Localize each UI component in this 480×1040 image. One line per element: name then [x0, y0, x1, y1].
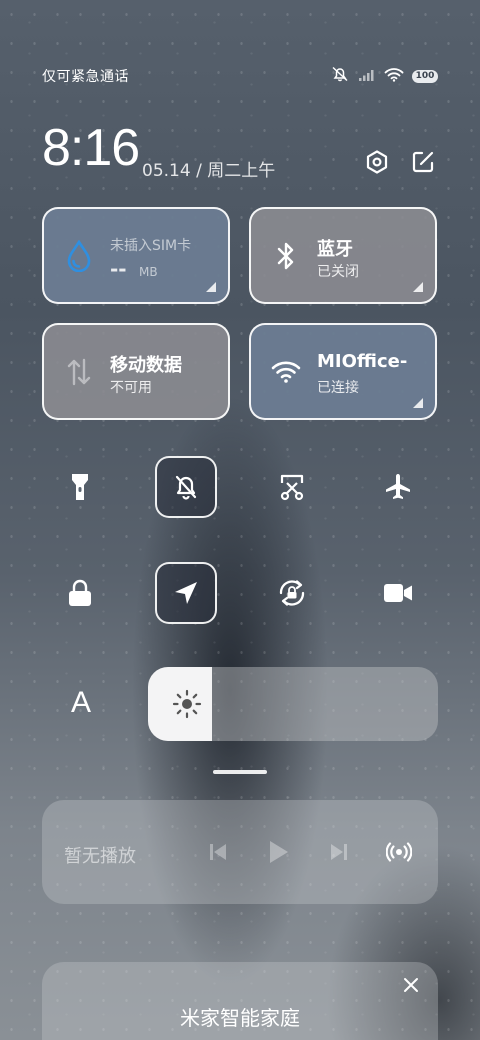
- screenshot-toggle[interactable]: [261, 456, 323, 518]
- header: 8:16 05.14 / 周二上午: [42, 118, 438, 186]
- audio-output-icon[interactable]: [385, 838, 413, 866]
- screen-record-icon: [384, 584, 412, 602]
- data-usage-value: --: [110, 257, 127, 281]
- wifi-network-label: MIOffice-: [317, 351, 408, 372]
- next-icon[interactable]: [325, 838, 353, 866]
- wifi-icon: [271, 357, 301, 387]
- location-icon: [175, 582, 197, 604]
- wifi-status: 已连接: [317, 380, 359, 396]
- water-drop-icon: [64, 240, 94, 272]
- play-icon[interactable]: [264, 838, 292, 866]
- status-icons: 100: [330, 66, 438, 86]
- mute-icon: [175, 475, 197, 500]
- carrier-status: 仅可紧急通话: [42, 69, 129, 85]
- signal-icon: [358, 67, 376, 86]
- mobile-data-icon: [64, 357, 94, 387]
- data-usage-title: 未插入SIM卡: [110, 238, 192, 254]
- airplane-toggle[interactable]: [367, 456, 429, 518]
- mute-toggle[interactable]: [155, 456, 217, 518]
- edit-icon[interactable]: [409, 148, 437, 176]
- silent-icon: [330, 66, 350, 86]
- previous-icon[interactable]: [204, 838, 232, 866]
- rotation-lock-toggle[interactable]: [261, 562, 323, 624]
- expand-corner-icon: [206, 282, 216, 292]
- sun-icon: [172, 689, 202, 719]
- auto-brightness-button[interactable]: A: [64, 686, 98, 722]
- brightness-slider[interactable]: [148, 667, 438, 741]
- bluetooth-status: 已关闭: [317, 264, 359, 280]
- panel-drag-handle[interactable]: [213, 770, 267, 774]
- screen-record-toggle[interactable]: [367, 562, 429, 624]
- lock-screen-toggle[interactable]: [49, 562, 111, 624]
- clock: 8:16: [42, 119, 140, 177]
- mobile-data-label: 移动数据: [110, 355, 182, 376]
- settings-icon[interactable]: [363, 148, 391, 176]
- date-label: 05.14 / 周二上午: [142, 161, 276, 181]
- media-player: 暂无播放: [42, 800, 438, 904]
- media-status: 暂无播放: [64, 846, 136, 867]
- smart-home-card[interactable]: 米家智能家庭: [42, 962, 438, 1040]
- status-bar: 仅可紧急通话 100: [42, 64, 438, 88]
- data-usage-tile[interactable]: 未插入SIM卡 -- MB: [42, 207, 230, 304]
- location-toggle[interactable]: [155, 562, 217, 624]
- rotation-lock-icon: [279, 580, 305, 606]
- smart-home-title: 米家智能家庭: [180, 1006, 300, 1030]
- expand-corner-icon: [413, 398, 423, 408]
- airplane-icon: [386, 474, 410, 499]
- close-icon[interactable]: [398, 972, 424, 998]
- flashlight-toggle[interactable]: [49, 456, 111, 518]
- wifi-tile[interactable]: MIOffice- 已连接: [249, 323, 437, 420]
- bluetooth-icon: [271, 241, 301, 271]
- data-usage-unit: MB: [139, 265, 158, 279]
- lock-icon: [69, 579, 91, 606]
- battery-icon: 100: [412, 69, 438, 83]
- expand-corner-icon: [413, 282, 423, 292]
- mobile-data-status: 不可用: [110, 380, 152, 396]
- wifi-status-icon: [384, 67, 404, 86]
- bluetooth-label: 蓝牙: [317, 239, 353, 260]
- bluetooth-tile[interactable]: 蓝牙 已关闭: [249, 207, 437, 304]
- mobile-data-tile[interactable]: 移动数据 不可用: [42, 323, 230, 420]
- flashlight-icon: [72, 474, 88, 500]
- screenshot-icon: [280, 474, 304, 501]
